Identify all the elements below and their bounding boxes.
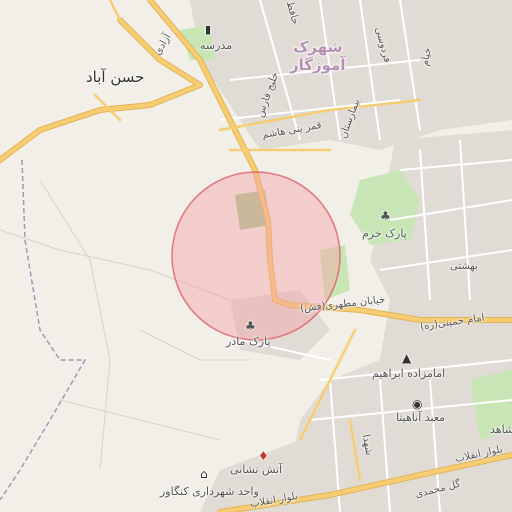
place-label-line-2: آموزگار	[290, 56, 346, 74]
park-tree-icon[interactable]: ♣	[380, 210, 391, 222]
poi-label-shahid[interactable]: شاهد	[490, 424, 512, 435]
place-label-shahrak-amoozgar: شهرک آموزگار	[290, 38, 345, 74]
poi-label-atash[interactable]: آتش نشانی	[230, 464, 282, 475]
fire-station-icon[interactable]: ♦	[258, 450, 269, 462]
map-base-layer	[0, 0, 512, 512]
poi-label-madrese[interactable]: مدرسه	[200, 40, 232, 51]
poi-label-maabad[interactable]: معبد آناهیتا	[396, 412, 445, 423]
poi-label-emamzade[interactable]: امامزاده ابراهیم	[372, 368, 445, 379]
government-building-icon[interactable]: ⌂	[200, 468, 208, 480]
poi-label-park-khorram[interactable]: پارک خرم	[362, 228, 407, 239]
highlight-circle	[171, 171, 341, 341]
place-label-hasan-abad: حسن آباد	[86, 68, 145, 86]
place-label-line-1: شهرک	[293, 38, 343, 56]
map-view[interactable]: حسن آباد شهرک آموزگار ▮ مدرسه ♣ پارک خرم…	[0, 0, 512, 512]
administrative-boundary	[0, 159, 87, 501]
poi-label-vahed[interactable]: واحد شهرداری کنگاور	[160, 486, 259, 497]
camera-icon[interactable]: ◉	[412, 398, 422, 410]
poi-label-park-madar[interactable]: پارک مادر	[226, 336, 271, 347]
park-tree-icon-madar[interactable]: ♣	[245, 320, 256, 332]
road-label-beheshti: بهشتی	[450, 261, 478, 272]
shrine-icon[interactable]: ▲	[402, 352, 411, 364]
school-icon[interactable]: ▮	[205, 24, 211, 35]
